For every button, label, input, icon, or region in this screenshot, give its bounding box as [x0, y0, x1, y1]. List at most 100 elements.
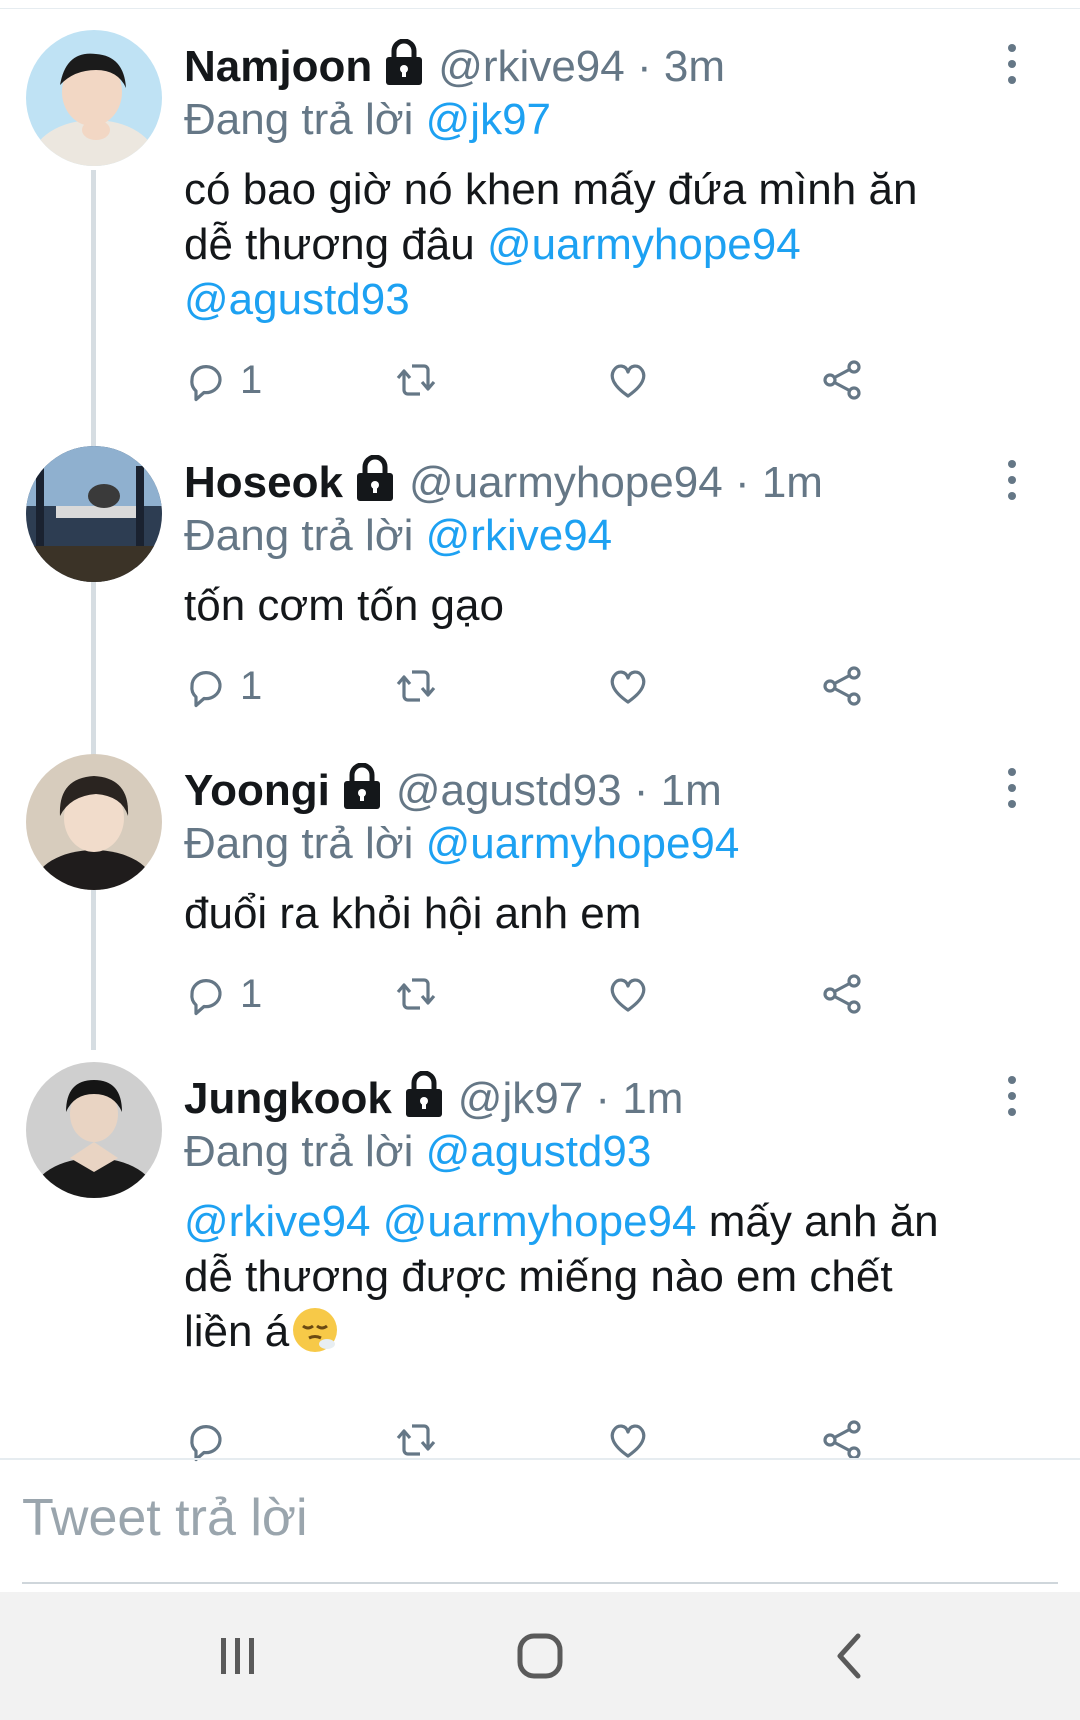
exhale-face-icon [293, 1308, 338, 1352]
share-button[interactable] [820, 966, 864, 1022]
replying-to: Đang trả lời @jk97 [184, 92, 551, 148]
tweet-text-line: @rkive94 @uarmyhope94 mấy anh ăn [184, 1194, 1004, 1249]
timestamp[interactable]: 3m [664, 42, 725, 91]
retweet-icon [396, 1424, 436, 1456]
share-icon [823, 974, 861, 1014]
replying-prefix: Đang trả lời [184, 95, 414, 144]
retweet-icon [396, 670, 436, 702]
display-name[interactable]: Hoseok [184, 458, 343, 507]
separator-dot: · [734, 458, 750, 507]
tweet[interactable]: Yoongi @agustd93 · 1m Đang trả lời @uarmy… [0, 724, 1080, 1024]
recent-apps-icon[interactable] [208, 1626, 268, 1686]
like-icon [610, 364, 646, 398]
replying-to: Đang trả lời @rkive94 [184, 508, 612, 564]
reply-input-underline [22, 1582, 1058, 1584]
replying-mention[interactable]: @jk97 [426, 95, 551, 144]
display-name[interactable]: Namjoon [184, 42, 372, 91]
retweet-button[interactable] [394, 658, 438, 714]
tweet-actions: 1 [184, 966, 884, 1022]
tweet-body: tốn cơm tốn gạo [184, 578, 1004, 633]
replying-mention[interactable]: @uarmyhope94 [426, 819, 740, 868]
timestamp[interactable]: 1m [762, 458, 823, 507]
reply-count: 1 [240, 357, 263, 402]
tweet-body: đuổi ra khỏi hội anh em [184, 886, 1004, 941]
tweet-text-line: liền á [184, 1304, 1004, 1359]
reply-icon [190, 979, 222, 1016]
tweet-text-line: có bao giờ nó khen mấy đứa mình ăn [184, 165, 918, 214]
avatar[interactable] [26, 754, 162, 890]
like-icon [610, 670, 646, 704]
tweet-text-line: tốn cơm tốn gạo [184, 581, 504, 630]
like-button[interactable] [606, 658, 650, 714]
more-icon[interactable] [1000, 766, 1024, 810]
more-icon[interactable] [1000, 42, 1024, 86]
user-handle[interactable]: @jk97 [458, 1074, 583, 1123]
replying-prefix: Đang trả lời [184, 819, 414, 868]
back-icon[interactable] [820, 1626, 880, 1686]
home-icon[interactable] [510, 1626, 570, 1686]
retweet-icon [396, 978, 436, 1010]
tweet-actions: 1 [184, 352, 884, 408]
reply-button[interactable]: 1 [184, 966, 262, 1022]
tweet-header: Hoseok @uarmyhope94 · 1m [184, 454, 823, 512]
tweet-body: có bao giờ nó khen mấy đứa mình ăn dễ th… [184, 162, 1004, 327]
mention-link[interactable]: @uarmyhope94 [487, 220, 801, 269]
replying-mention[interactable]: @rkive94 [426, 511, 613, 560]
mention-link[interactable]: @agustd93 [184, 275, 410, 324]
tweet[interactable]: Jungkook @jk97 · 1m Đang trả lời @agustd9… [0, 1032, 1080, 1462]
share-button[interactable] [820, 658, 864, 714]
reply-composer[interactable]: Tweet trả lời [0, 1458, 1080, 1585]
tweet-text-line: dễ thương được miếng nào em chết [184, 1252, 893, 1301]
lock-icon [400, 1071, 448, 1119]
reply-icon [190, 671, 222, 708]
more-icon[interactable] [1000, 1074, 1024, 1118]
mention-link[interactable]: @rkive94 [184, 1197, 371, 1246]
reply-input[interactable]: Tweet trả lời [22, 1488, 308, 1548]
tweet-body: @rkive94 @uarmyhope94 mấy anh ăn dễ thươ… [184, 1194, 1004, 1359]
like-button[interactable] [606, 352, 650, 408]
reply-button[interactable]: 1 [184, 658, 262, 714]
retweet-button[interactable] [394, 966, 438, 1022]
avatar[interactable] [26, 1062, 162, 1198]
tweet-header: Yoongi @agustd93 · 1m [184, 762, 722, 820]
timestamp[interactable]: 1m [661, 766, 722, 815]
timestamp[interactable]: 1m [622, 1074, 683, 1123]
tweet-text: mấy anh ăn [696, 1197, 939, 1246]
tweet-header: Jungkook @jk97 · 1m [184, 1070, 683, 1128]
retweet-icon [396, 364, 436, 396]
reply-count: 1 [240, 663, 263, 708]
tweet-text-line: đuổi ra khỏi hội anh em [184, 889, 642, 938]
more-icon[interactable] [1000, 458, 1024, 502]
lock-icon [380, 39, 428, 87]
tweet-text-line: dễ thương đâu @uarmyhope94 [184, 217, 1004, 272]
user-handle[interactable]: @agustd93 [396, 766, 622, 815]
reply-icon [190, 365, 222, 402]
display-name[interactable]: Jungkook [184, 1074, 392, 1123]
tweet-text: dễ thương đâu [184, 220, 487, 269]
like-button[interactable] [606, 966, 650, 1022]
separator-dot: · [636, 42, 652, 91]
avatar[interactable] [26, 30, 162, 166]
reply-button[interactable]: 1 [184, 352, 262, 408]
tweet-text-line: @agustd93 [184, 272, 1004, 327]
tweet-text: liền á [184, 1307, 290, 1356]
avatar[interactable] [26, 446, 162, 582]
display-name[interactable]: Yoongi [184, 766, 330, 815]
retweet-button[interactable] [394, 352, 438, 408]
share-button[interactable] [820, 352, 864, 408]
share-icon [823, 360, 861, 400]
lock-icon [351, 455, 399, 503]
like-icon [610, 978, 646, 1012]
tweet-actions: 1 [184, 658, 884, 714]
user-handle[interactable]: @rkive94 [438, 42, 625, 91]
lock-icon [338, 763, 386, 811]
user-handle[interactable]: @uarmyhope94 [409, 458, 723, 507]
mention-link[interactable]: @uarmyhope94 [383, 1197, 697, 1246]
share-icon [823, 1420, 861, 1460]
tweet[interactable]: Namjoon @rkive94 · 3m Đang trả lời @jk97 … [0, 0, 1080, 402]
replying-to: Đang trả lời @agustd93 [184, 1124, 651, 1180]
reply-icon [190, 1425, 222, 1462]
replying-prefix: Đang trả lời [184, 511, 414, 560]
tweet[interactable]: Hoseok @uarmyhope94 · 1m Đang trả lời @rk… [0, 416, 1080, 716]
replying-mention[interactable]: @agustd93 [426, 1127, 652, 1176]
